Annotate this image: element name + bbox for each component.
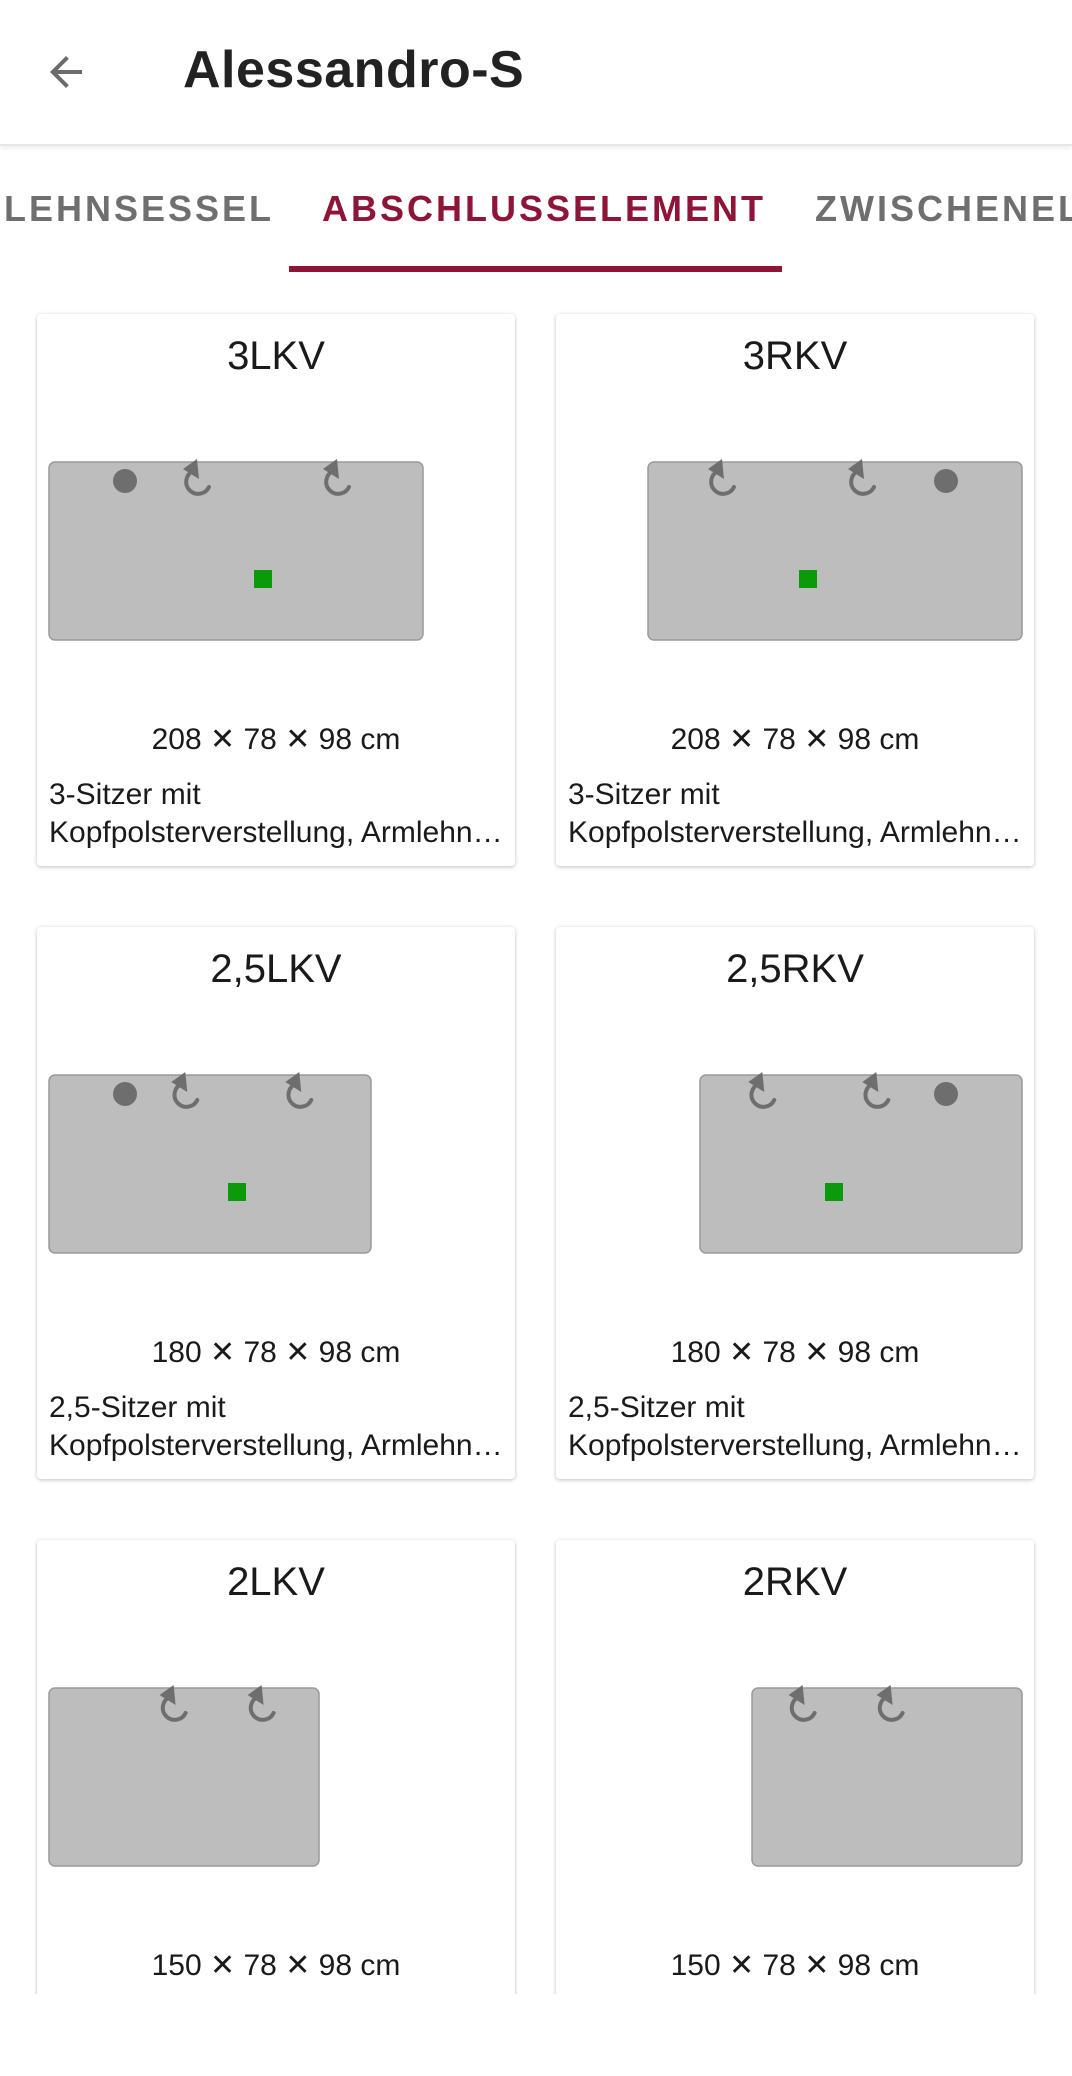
product-description: 2,5-Sitzer mit Kopfpolsterverstellung, A… bbox=[49, 1391, 490, 1462]
bottom-edge bbox=[0, 1994, 1072, 2076]
product-card[interactable]: 3LKV 208 ✕ 78 ✕ 98 cm 3-Sitzer mit Kopfp… bbox=[37, 314, 515, 866]
adjust-button-icon bbox=[934, 1082, 958, 1106]
tab-bar: LEHNSESSEL ABSCHLUSSELEMENT ZWISCHENELEM… bbox=[0, 146, 1072, 274]
product-code: 2,5RKV bbox=[726, 947, 864, 991]
app-bar: Alessandro-S bbox=[0, 0, 1072, 146]
adjust-button-icon bbox=[113, 469, 137, 493]
back-button[interactable] bbox=[30, 36, 102, 108]
sofa-shape bbox=[699, 1072, 1023, 1254]
sofa-body bbox=[48, 1074, 372, 1254]
product-description: 3-Sitzer mit Kopfpolsterverstellung, Arm… bbox=[49, 778, 490, 849]
product-code: 3RKV bbox=[742, 334, 848, 378]
product-dimensions: 208 ✕ 78 ✕ 98 cm bbox=[151, 723, 401, 756]
product-code: 2RKV bbox=[742, 1560, 848, 1604]
connector-marker bbox=[799, 570, 817, 588]
product-description: 2,5-Sitzer mit Kopfpolsterverstellung, A… bbox=[568, 1391, 1009, 1462]
sofa-body bbox=[699, 1074, 1023, 1254]
sofa-diagram-image bbox=[699, 1072, 1023, 1254]
product-dimensions: 208 ✕ 78 ✕ 98 cm bbox=[670, 723, 920, 756]
adjust-button-icon bbox=[934, 469, 958, 493]
tab-abschlusselement[interactable]: ABSCHLUSSELEMENT bbox=[322, 188, 766, 230]
arrow-back-icon bbox=[50, 56, 82, 88]
sofa-shape bbox=[48, 459, 424, 641]
sofa-shape bbox=[48, 1072, 372, 1254]
product-dimensions: 150 ✕ 78 ✕ 98 cm bbox=[151, 1949, 401, 1982]
connector-marker bbox=[825, 1183, 843, 1201]
product-description: 3-Sitzer mit Kopfpolsterverstellung, Arm… bbox=[568, 778, 1009, 849]
sofa-shape bbox=[647, 459, 1023, 641]
connector-marker bbox=[228, 1183, 246, 1201]
sofa-diagram-image bbox=[647, 459, 1023, 641]
product-dimensions: 180 ✕ 78 ✕ 98 cm bbox=[670, 1336, 920, 1369]
sofa-diagram-image bbox=[751, 1685, 1023, 1867]
connector-marker bbox=[254, 570, 272, 588]
product-code: 2LKV bbox=[227, 1560, 325, 1604]
product-code: 2,5LKV bbox=[210, 947, 342, 991]
product-dimensions: 180 ✕ 78 ✕ 98 cm bbox=[151, 1336, 401, 1369]
sofa-shape bbox=[48, 1685, 320, 1867]
adjust-button-icon bbox=[113, 1082, 137, 1106]
tab-zwischenelement[interactable]: ZWISCHENELEMENT bbox=[815, 188, 1072, 230]
sofa-diagram-image bbox=[48, 1072, 372, 1254]
product-code: 3LKV bbox=[227, 334, 325, 378]
sofa-shape bbox=[751, 1685, 1023, 1867]
product-card[interactable]: 3RKV 208 ✕ 78 ✕ 98 cm 3-Sitzer mit Kopfp… bbox=[556, 314, 1034, 866]
product-card[interactable]: 2,5RKV 180 ✕ 78 ✕ 98 cm 2,5-Sitzer mit K… bbox=[556, 927, 1034, 1479]
tab-lehnsessel[interactable]: LEHNSESSEL bbox=[4, 188, 274, 230]
sofa-diagram-image bbox=[48, 1685, 320, 1867]
product-card[interactable]: 2,5LKV 180 ✕ 78 ✕ 98 cm 2,5-Sitzer mit K… bbox=[37, 927, 515, 1479]
page-title: Alessandro-S bbox=[183, 41, 525, 99]
active-tab-indicator bbox=[289, 266, 782, 272]
sofa-diagram-image bbox=[48, 459, 424, 641]
product-dimensions: 150 ✕ 78 ✕ 98 cm bbox=[670, 1949, 920, 1982]
